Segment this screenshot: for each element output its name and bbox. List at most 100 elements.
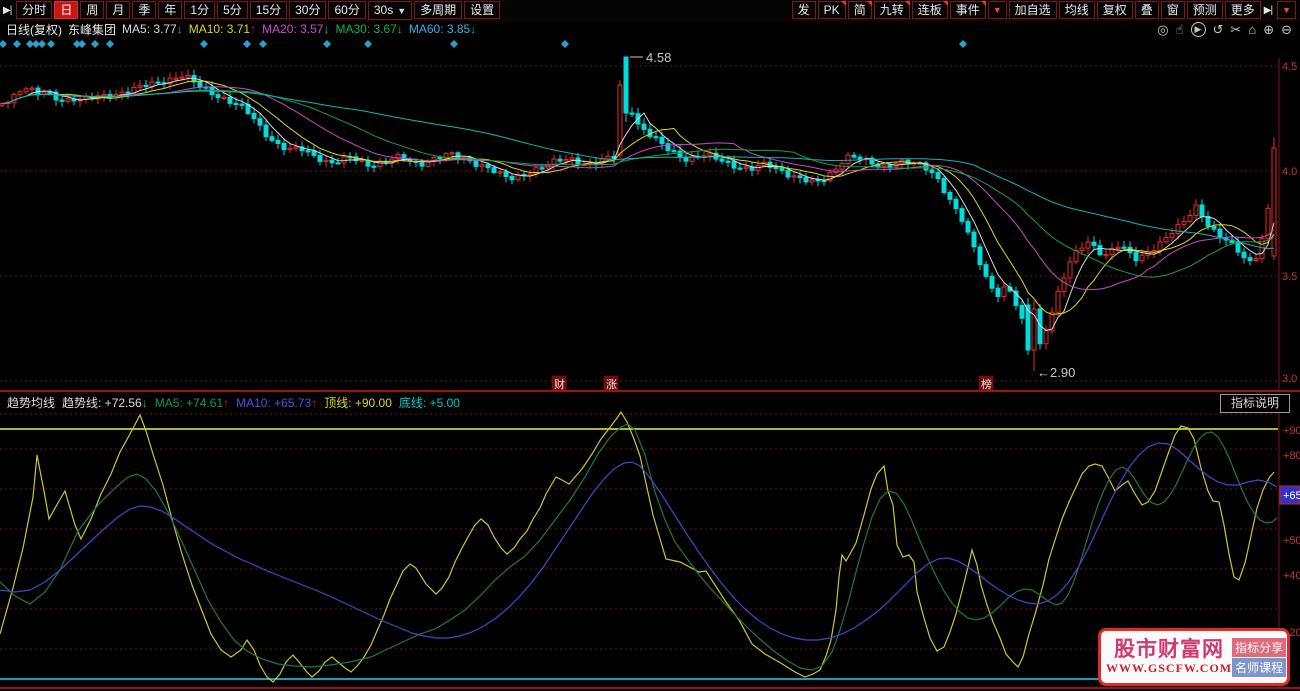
candle-body	[17, 91, 23, 95]
candle-body	[317, 154, 323, 162]
period-tab-年[interactable]: 年	[158, 0, 183, 19]
low-annotation: ←2.90	[1037, 365, 1075, 380]
candle-body	[323, 159, 329, 162]
candle-body	[623, 56, 629, 114]
candle-body	[977, 246, 983, 266]
event-diamond-icon	[959, 40, 967, 48]
candle-body	[845, 154, 851, 165]
candle-body	[947, 192, 953, 200]
tool-tab-预测[interactable]: 预测	[1186, 1, 1223, 19]
candle-body	[1019, 304, 1025, 319]
candle-body	[539, 167, 545, 170]
event-diamond-icon	[450, 40, 458, 48]
candle-body	[185, 74, 191, 78]
zoom-out-icon[interactable]: ⊖	[1281, 23, 1292, 36]
indicator-axis-label: +90.00	[1283, 425, 1300, 437]
indicator-help-button[interactable]: 指标说明	[1219, 394, 1290, 413]
main-candlestick-chart[interactable]: 4.5 4.0 3.5 3.0 4.58 ←2.90 财 涨 榜	[0, 38, 1300, 392]
candle-body	[473, 160, 479, 167]
candle-body	[1169, 232, 1175, 239]
period-tab-1分[interactable]: 1分	[184, 0, 216, 19]
undo-icon[interactable]: ↺	[1213, 23, 1224, 36]
candle-body	[1067, 261, 1073, 279]
candle-body	[995, 287, 1001, 297]
tool-tab-均线[interactable]: 均线	[1058, 1, 1095, 19]
chart-tool-icons: ◎ ☝ ▶ ↺ ✂ ⌂ ⊕ ⊖	[1157, 21, 1300, 37]
candle-body	[671, 150, 677, 153]
dropdown-arrow-icon[interactable]: ▼	[397, 6, 406, 16]
tool-tab-九转[interactable]: 九转	[873, 1, 910, 19]
candle-body	[707, 152, 713, 157]
candle-body	[731, 160, 737, 169]
new-badge-icon	[866, 1, 872, 6]
indicator-line-MA5	[0, 423, 1278, 671]
tool-tab-窗[interactable]: 窗	[1160, 1, 1185, 19]
candle-body	[359, 159, 365, 162]
event-diamond-icon	[200, 40, 208, 48]
period-tab-月[interactable]: 月	[106, 0, 131, 19]
info-bar: 日线(复权) 东峰集团 MA5: 3.77↓ MA10: 3.71↑ MA20: 3…	[0, 20, 1300, 38]
candle-body	[1217, 228, 1223, 239]
event-diamond-icon	[106, 40, 114, 48]
period-tab-日[interactable]: 日	[54, 0, 79, 19]
candle-body	[227, 96, 233, 104]
tool-tab-加自选[interactable]: 加自选	[1008, 1, 1057, 19]
play-icon[interactable]: ▶	[1190, 21, 1206, 37]
candle-body	[239, 103, 245, 106]
candles	[0, 56, 1277, 371]
event-diamond-icon	[91, 40, 99, 48]
news-marker-label: 榜	[981, 377, 992, 391]
tool-tab-PK[interactable]: PK	[817, 1, 846, 19]
period-tab-30分[interactable]: 30分	[289, 0, 327, 19]
candle-body	[1157, 241, 1163, 252]
stock-name: 东峰集团	[68, 22, 117, 37]
candle-body	[1091, 241, 1097, 247]
tool-tab-事件[interactable]: 事件	[949, 1, 986, 19]
candle-body	[971, 231, 977, 248]
candle-body	[653, 136, 659, 139]
lock-icon[interactable]: ⌂	[1248, 23, 1256, 36]
period-tab-60分[interactable]: 60分	[328, 0, 366, 19]
event-diamond-icon	[243, 40, 251, 48]
watermark-url: WWW.GSCFW.COM	[1106, 661, 1233, 675]
tool-tab-复权[interactable]: 复权	[1096, 1, 1133, 19]
tool-tab-更多[interactable]: 更多	[1224, 1, 1261, 19]
down-arrow-icon: ↓	[176, 22, 183, 36]
candle-body	[737, 167, 743, 170]
candle-body	[23, 88, 29, 93]
period-tab-30s[interactable]: 30s ▼	[367, 0, 413, 20]
period-tab-季[interactable]: 季	[132, 0, 157, 19]
period-tab-周[interactable]: 周	[80, 0, 105, 19]
period-tab-5分[interactable]: 5分	[217, 0, 248, 19]
zoom-in-icon[interactable]: ⊕	[1263, 23, 1274, 36]
tool-tab-连板[interactable]: 连板	[911, 1, 948, 19]
candle-body	[797, 175, 803, 179]
period-tab-设置[interactable]: 设置	[464, 0, 501, 19]
candle-body	[281, 142, 287, 151]
events-dropdown-arrow-icon[interactable]: ▼	[987, 1, 1007, 19]
candle-body	[29, 87, 35, 90]
collapse-right-icon[interactable]: ▶|	[1261, 5, 1275, 16]
hand-icon[interactable]: ☝	[1176, 23, 1184, 36]
candle-body	[677, 150, 683, 158]
candle-body	[329, 159, 335, 164]
period-tab-15分[interactable]: 15分	[249, 0, 288, 19]
candle-body	[1181, 220, 1187, 225]
event-diamond-icon	[0, 40, 7, 48]
scissors-icon[interactable]: ✂	[1230, 23, 1241, 36]
tool-tab-发[interactable]: 发	[791, 1, 816, 19]
period-tab-分时[interactable]: 分时	[16, 0, 53, 19]
tool-tab-叠[interactable]: 叠	[1134, 1, 1159, 19]
period-tab-多周期[interactable]: 多周期	[414, 0, 463, 19]
price-axis-label: 3.0	[1282, 373, 1297, 385]
candle-body	[65, 98, 71, 102]
up-arrow-icon: ↑	[250, 22, 257, 36]
collapse-left-icon[interactable]: ▶|	[0, 5, 14, 16]
candle-body	[953, 198, 959, 210]
tool-tab-简[interactable]: 简	[847, 1, 872, 19]
candle-body	[629, 112, 635, 115]
ma-value-MA20: MA20: 3.57↓	[262, 22, 330, 36]
candle-body	[125, 91, 131, 94]
toolbar-more-arrow-icon[interactable]: ▼	[1277, 1, 1296, 19]
eye-icon[interactable]: ◎	[1157, 23, 1168, 36]
